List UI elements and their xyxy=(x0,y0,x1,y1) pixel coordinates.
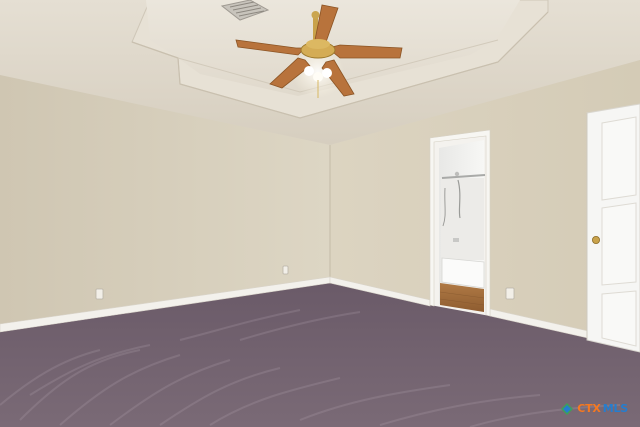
ctxmls-watermark: CTX MLS xyxy=(561,402,628,415)
wall-outlet-right xyxy=(505,287,515,300)
wall-outlet-center xyxy=(282,265,289,275)
watermark-suffix: MLS xyxy=(602,402,628,415)
ctxmls-logo-icon xyxy=(561,402,574,415)
door-knob-icon[interactable] xyxy=(592,235,601,244)
closet-door[interactable] xyxy=(586,103,640,353)
wall-outlet-left xyxy=(95,288,104,300)
bathroom-doorway[interactable] xyxy=(429,129,491,317)
watermark-prefix: CTX xyxy=(577,402,601,415)
room-scene xyxy=(0,0,640,427)
bedroom-photo: CTX MLS xyxy=(0,0,640,427)
